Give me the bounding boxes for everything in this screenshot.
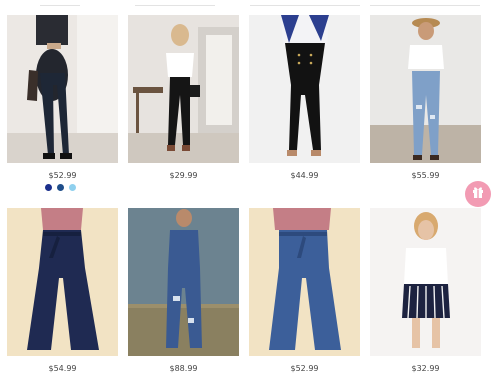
previous-row-edge [135, 0, 215, 6]
product-price: $88.99 [169, 364, 198, 373]
product-image[interactable] [249, 208, 360, 356]
previous-row-edge [370, 0, 480, 6]
color-swatch[interactable] [57, 184, 64, 191]
product-price: $55.99 [411, 171, 440, 180]
product-price: $32.99 [411, 364, 440, 373]
product-image[interactable] [7, 208, 118, 356]
product-price: $52.99 [290, 364, 319, 373]
gift-button[interactable] [465, 181, 491, 207]
product-price: $54.99 [48, 364, 77, 373]
color-swatches [45, 184, 76, 191]
product-price: $44.99 [290, 171, 319, 180]
product-image[interactable] [128, 208, 239, 356]
color-swatch[interactable] [69, 184, 76, 191]
product-image[interactable] [370, 15, 481, 163]
product-price: $29.99 [169, 171, 198, 180]
gift-icon [471, 185, 485, 204]
product-image[interactable] [370, 208, 481, 356]
product-image[interactable] [249, 15, 360, 163]
product-price: $52.99 [48, 171, 77, 180]
previous-row-edge [250, 0, 360, 6]
product-image[interactable] [7, 15, 118, 163]
color-swatch[interactable] [45, 184, 52, 191]
product-image[interactable] [128, 15, 239, 163]
previous-row-edge [40, 0, 80, 6]
